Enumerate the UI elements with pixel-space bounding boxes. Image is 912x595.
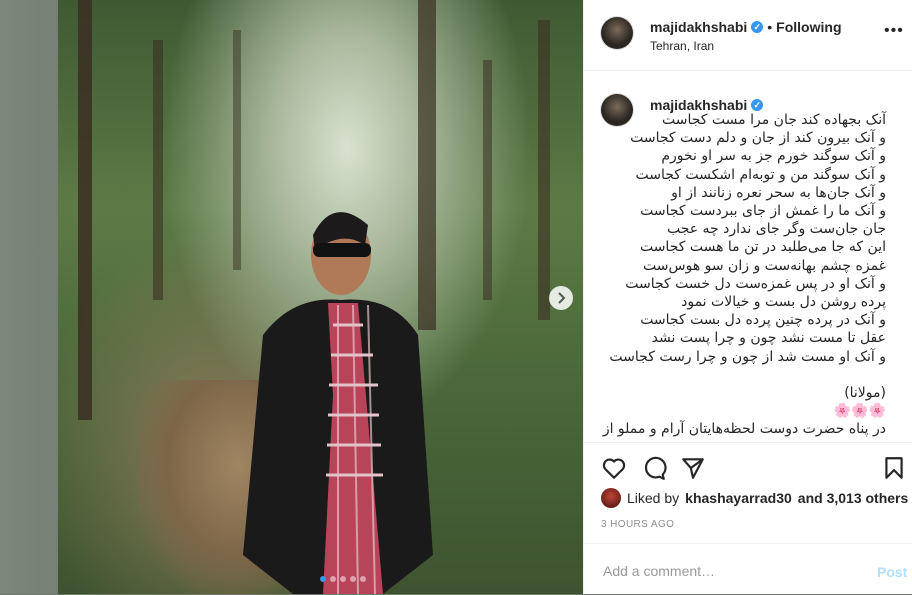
caption-line: و آنک او در پس غمزه‌ست دل خست کجاست: [625, 275, 886, 292]
caption-line: در پناه حضرت دوست لحظه‌هایتان آرام و ممل…: [602, 421, 886, 438]
share-icon[interactable]: [680, 455, 706, 481]
caption-line: [646, 366, 886, 384]
caption-line: 🌸🌸🌸: [833, 403, 886, 420]
action-bar: [584, 442, 912, 493]
post-timestamp[interactable]: 3 HOURS AGO: [601, 519, 674, 530]
caption-text: آنک بجهاده کند جان مرا مست کجاست و آنک ب…: [602, 111, 886, 438]
following-button[interactable]: Following: [776, 19, 841, 35]
caption-line: آنک بجهاده کند جان مرا مست کجاست: [662, 112, 886, 128]
location-link[interactable]: Tehran, Iran: [650, 39, 714, 53]
liked-by-user-link[interactable]: khashayarrad30: [685, 490, 792, 506]
header-user: majidakhshabi ✓ • Following: [650, 19, 842, 35]
avatar[interactable]: [601, 17, 633, 49]
comment-icon[interactable]: [641, 455, 667, 481]
tree-trunk: [538, 20, 550, 320]
verified-badge-icon: ✓: [751, 99, 764, 111]
carousel-next-button[interactable]: [549, 286, 573, 310]
verified-badge-icon: ✓: [751, 21, 764, 33]
caption-line: پرده روشن دل بست و خیالات نمود: [681, 294, 886, 311]
post-details-panel: majidakhshabi ✓ • Following Tehran, Iran…: [583, 0, 912, 594]
tree-trunk: [153, 40, 163, 300]
carousel-dot: [320, 576, 326, 582]
carousel-dot: [340, 576, 346, 582]
caption-line: و آنک او مست شد از چون و چرا رست کجاست: [609, 348, 886, 365]
carousel-indicators: [320, 576, 366, 582]
caption-line: عقل تا مست نشد چون و چرا پست نشد: [651, 330, 886, 347]
likes-count-link[interactable]: and 3,013 others: [798, 490, 909, 506]
likes-prefix: Liked by: [627, 490, 680, 506]
person-figure: [243, 212, 433, 594]
post-comment-button[interactable]: Post: [877, 564, 907, 580]
username-link[interactable]: majidakhshabi: [650, 19, 747, 35]
carousel-dot: [330, 576, 336, 582]
caption-line: جان جان‌ست وگر جای ندارد چه عجب: [666, 221, 886, 238]
more-options-icon[interactable]: •••: [884, 22, 904, 40]
comment-box: Post: [584, 543, 912, 595]
post-image[interactable]: [58, 0, 583, 594]
heart-icon[interactable]: [601, 455, 627, 481]
carousel-dot: [360, 576, 366, 582]
caption-line: و آنک در پرده چنین پرده دل بست کجاست: [640, 312, 886, 329]
caption-line: و آنک سوگند خورم جز به سر او نخورم: [661, 148, 886, 165]
carousel-dot: [350, 576, 356, 582]
caption-line: این که جا می‌طلبد در تن ما هست کجاست: [639, 239, 886, 256]
tree-trunk: [483, 60, 492, 300]
avatar[interactable]: [601, 94, 633, 126]
avatar[interactable]: [601, 488, 621, 508]
caption-line: و آنک سوگند من و توبه‌ام اشکست کجاست: [635, 166, 886, 183]
caption-line: و آنک جان‌ها به سحر نعره زنانند از او: [671, 184, 886, 201]
caption-line: (مولانا): [844, 384, 886, 401]
bookmark-icon[interactable]: [881, 455, 907, 481]
caption-line: غمزه چشم بهانه‌ست و زان سو هوس‌ست: [643, 257, 886, 274]
caption-line: و آنک ما را غمش از جای ببردست کجاست: [640, 203, 886, 220]
tree-trunk: [78, 0, 92, 420]
comment-input[interactable]: [601, 560, 845, 582]
caption-area[interactable]: majidakhshabi ✓ آنک بجهاده کند جان مرا م…: [584, 71, 912, 443]
caption-line: و آنک بیرون کند از جان و دلم دست کجاست: [630, 130, 886, 147]
separator: •: [767, 19, 773, 35]
post-header: majidakhshabi ✓ • Following Tehran, Iran…: [584, 0, 912, 71]
chevron-right-icon: [558, 292, 566, 304]
likes-summary: Liked by khashayarrad30 and 3,013 others: [601, 488, 908, 508]
